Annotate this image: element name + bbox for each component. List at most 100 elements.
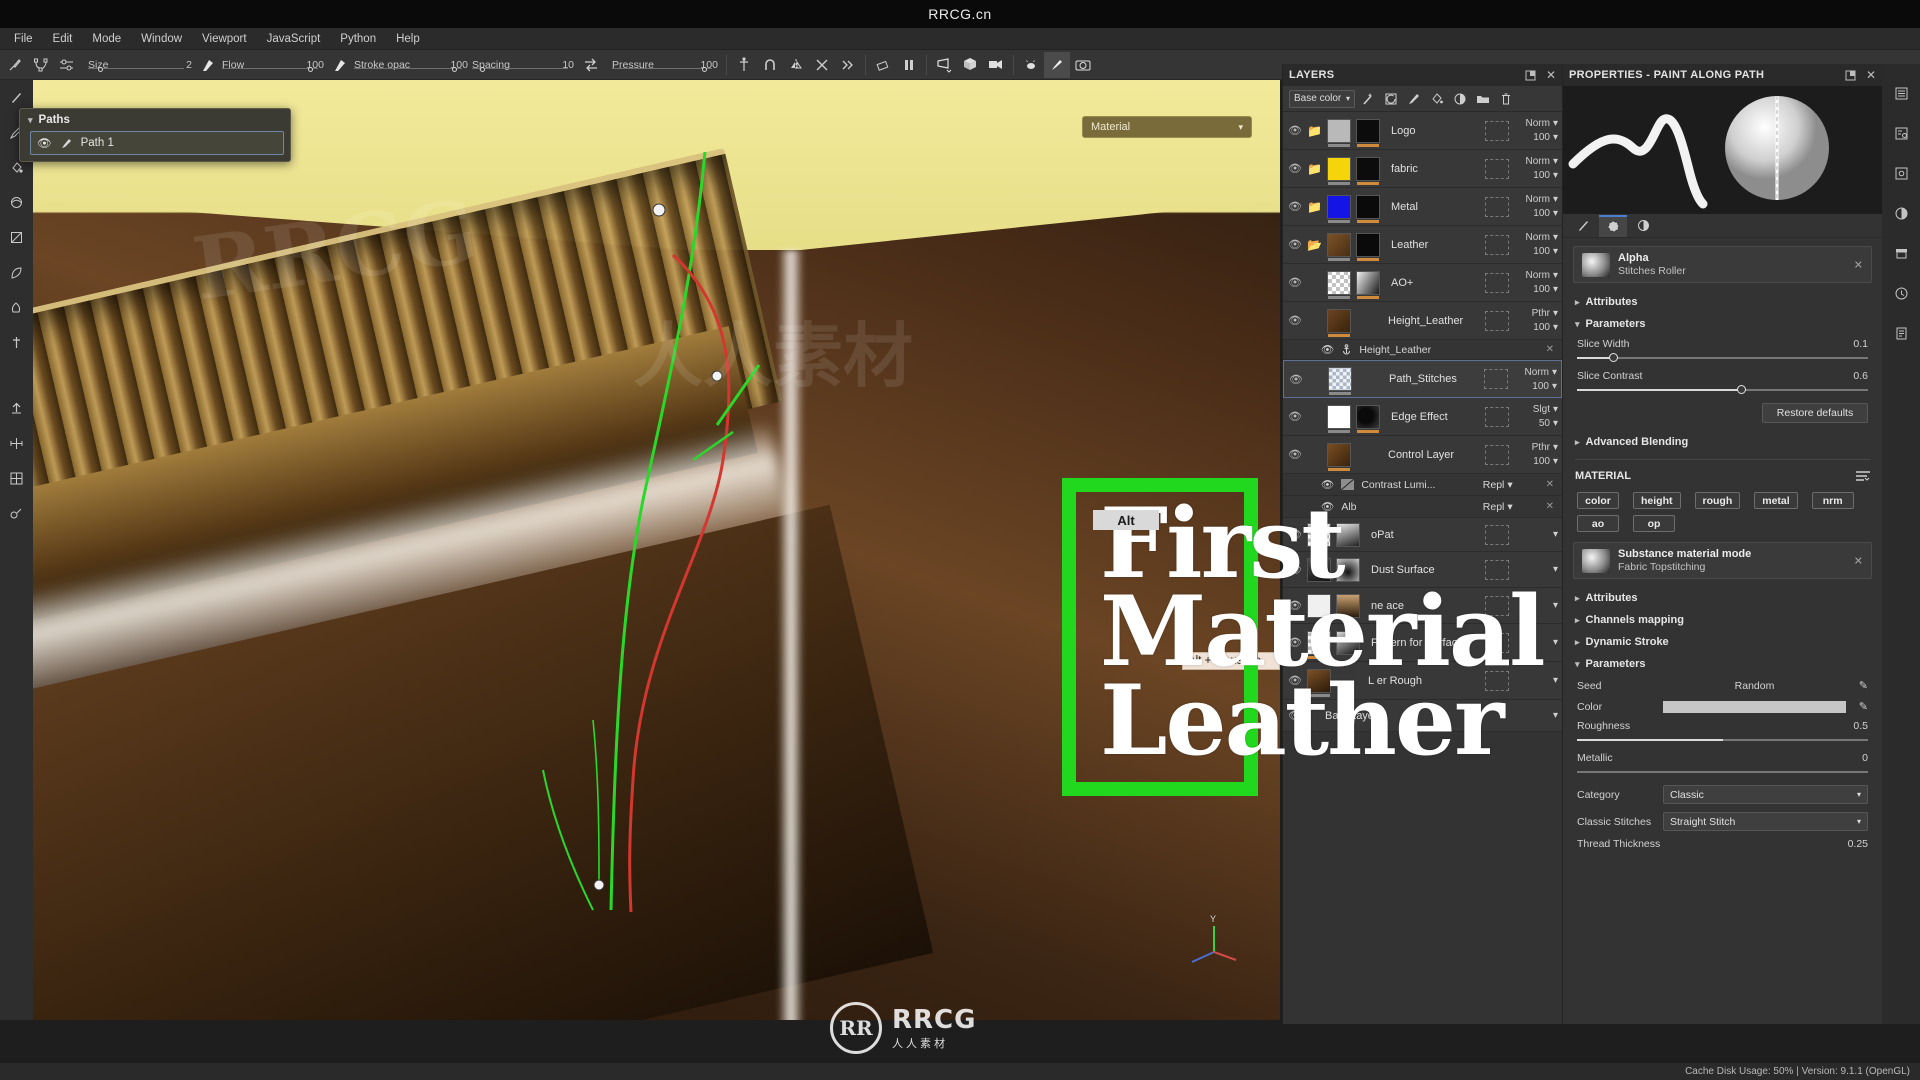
alpha-tab-icon[interactable]	[1599, 214, 1627, 237]
layer-opacity[interactable]: 100 ▾	[1533, 170, 1558, 181]
parameters-section[interactable]: ▾ Parameters	[1563, 313, 1882, 335]
chevron-down-icon[interactable]: ▾	[1857, 817, 1861, 826]
eye-icon[interactable]: 👁	[1288, 674, 1302, 687]
eye-icon[interactable]: 👁	[37, 136, 52, 150]
eye-icon[interactable]: 👁	[1289, 373, 1303, 386]
eye-icon[interactable]: 👁	[1288, 124, 1302, 137]
layer-mask-slot[interactable]	[1485, 524, 1509, 545]
gear-icon[interactable]	[1890, 162, 1912, 184]
layer-blend-mode[interactable]: Norm ▾	[1526, 270, 1558, 281]
brush-tool-icon[interactable]	[6, 86, 28, 108]
advanced-blending-section[interactable]: ▸ Advanced Blending	[1563, 431, 1882, 453]
material-tab-icon[interactable]	[1629, 215, 1657, 237]
folder-open-icon[interactable]: 📂	[1307, 238, 1322, 252]
layer-thumbnail[interactable]	[1327, 442, 1351, 471]
layer-mask-thumbnail[interactable]	[1356, 194, 1380, 223]
color-swatch[interactable]	[1663, 700, 1846, 713]
symmetry-icon[interactable]	[783, 52, 809, 78]
chevron-down-icon[interactable]: ▾	[28, 115, 33, 126]
camera-video-icon[interactable]	[983, 52, 1009, 78]
close-icon[interactable]: ✕	[1546, 68, 1556, 82]
layer-mask-slot[interactable]	[1485, 158, 1509, 179]
more-icon[interactable]	[835, 52, 861, 78]
substance-material-card[interactable]: Substance material mode Fabric Topstitch…	[1573, 542, 1872, 579]
close-icon[interactable]: ✕	[1854, 554, 1863, 567]
chevron-right-icon[interactable]: ▸	[1575, 297, 1580, 308]
brush-tab-icon[interactable]	[1569, 215, 1597, 237]
layer-thumbnail[interactable]	[1327, 194, 1351, 223]
transform-icon[interactable]	[6, 432, 28, 454]
layer-thumbnail[interactable]	[1327, 404, 1351, 433]
layer-opacity[interactable]: 100 ▾	[1533, 322, 1558, 333]
close-tool-icon[interactable]	[809, 52, 835, 78]
layer-blend-mode[interactable]: Norm ▾	[1526, 156, 1558, 167]
swap-icon[interactable]	[578, 52, 604, 78]
chevron-down-icon[interactable]: ▾	[1346, 94, 1350, 103]
layer-mask-slot[interactable]	[1485, 406, 1509, 427]
layer-thumbnail[interactable]	[1327, 270, 1351, 299]
paint-layer-icon[interactable]	[1404, 89, 1424, 109]
eye-icon[interactable]: 👁	[1288, 276, 1302, 289]
layer-row[interactable]: 👁 Control Layer Pthr ▾ 100 ▾	[1283, 436, 1562, 474]
eye-icon[interactable]: 👁	[1288, 599, 1302, 612]
chip-metal[interactable]: metal	[1754, 492, 1798, 509]
slice-width-slider[interactable]	[1577, 353, 1868, 362]
layer-thumbnail[interactable]	[1307, 593, 1331, 618]
material-mode-dropdown[interactable]: Material ▾	[1082, 116, 1252, 138]
eye-icon[interactable]: 👁	[1288, 709, 1302, 722]
close-icon[interactable]: ✕	[1546, 479, 1554, 490]
restore-defaults-button[interactable]: Restore defaults	[1762, 403, 1868, 423]
layer-mask-slot[interactable]	[1485, 632, 1509, 653]
layer-row[interactable]: 👁 BaseLayer ▾	[1283, 700, 1562, 732]
chevron-down-icon[interactable]: ▾	[1238, 122, 1243, 133]
layer-thumbnail[interactable]	[1307, 668, 1331, 697]
layer-mask-thumbnail[interactable]	[1356, 270, 1380, 299]
cube-icon[interactable]	[957, 52, 983, 78]
layer-blend-mode[interactable]: ▾	[1553, 564, 1558, 575]
menu-item-edit[interactable]: Edit	[43, 30, 83, 48]
export-icon[interactable]	[6, 397, 28, 419]
chevron-right-icon[interactable]: ▸	[1575, 637, 1580, 648]
layer-row[interactable]: 👁 Pattern for Surface ▾	[1283, 624, 1562, 662]
layer-opacity[interactable]: 100 ▾	[1533, 208, 1558, 219]
layer-blend-mode[interactable]: ▾	[1553, 600, 1558, 611]
layer-mask-thumbnail[interactable]	[1336, 630, 1360, 655]
feather-tool-icon[interactable]	[6, 261, 28, 283]
layer-row[interactable]: 👁 ne ace ▾	[1283, 588, 1562, 624]
close-icon[interactable]: ✕	[1866, 68, 1876, 82]
eye-icon[interactable]: 👁	[1288, 238, 1302, 251]
layer-row[interactable]: 👁 L er Rough ▾	[1283, 662, 1562, 700]
trash-icon[interactable]	[1496, 89, 1516, 109]
layer-mask-slot[interactable]	[1485, 595, 1509, 616]
camera-icon[interactable]	[1070, 52, 1096, 78]
magic-wand-icon[interactable]	[1358, 89, 1378, 109]
eye-icon[interactable]: 👁	[1288, 162, 1302, 175]
folder-icon[interactable]: 📁	[1307, 162, 1322, 176]
layer-mask-slot[interactable]	[1485, 559, 1509, 580]
clone-tool-icon[interactable]	[6, 331, 28, 353]
material-parameters-section[interactable]: ▾ Parameters	[1563, 653, 1882, 675]
sphere-tool-icon[interactable]	[6, 191, 28, 213]
layer-row[interactable]: 👁 oPat ▾	[1283, 518, 1562, 552]
chip-op[interactable]: op	[1633, 515, 1675, 532]
eye-icon[interactable]: 👁	[1321, 343, 1334, 356]
layer-opacity[interactable]: 100 ▾	[1533, 284, 1558, 295]
stroke-brush-icon[interactable]	[328, 52, 354, 78]
layer-blend-mode[interactable]: Norm ▾	[1526, 194, 1558, 205]
close-icon[interactable]: ✕	[1546, 344, 1554, 355]
layer-row[interactable]: 👁 Contrast Lumi... Repl ▾ ✕	[1283, 474, 1562, 496]
roughness-value[interactable]: 0.5	[1853, 720, 1868, 732]
adjust-layer-icon[interactable]	[1450, 89, 1470, 109]
layer-mask-slot[interactable]	[1485, 310, 1509, 331]
chevron-right-icon[interactable]: ▸	[1575, 615, 1580, 626]
layer-blend-mode[interactable]: Slgt ▾	[1533, 404, 1558, 415]
chevron-right-icon[interactable]: ▸	[1575, 437, 1580, 448]
menu-item-viewport[interactable]: Viewport	[192, 30, 257, 48]
pause-icon[interactable]	[896, 52, 922, 78]
layer-opacity[interactable]: 100 ▾	[1533, 132, 1558, 143]
layer-opacity[interactable]: 100 ▾	[1533, 246, 1558, 257]
eye-icon[interactable]: 👁	[1288, 410, 1302, 423]
channels-mapping-section[interactable]: ▸ Channels mapping	[1563, 609, 1882, 631]
layer-blend-mode[interactable]: ▾	[1553, 710, 1558, 721]
menu-item-window[interactable]: Window	[131, 30, 192, 48]
